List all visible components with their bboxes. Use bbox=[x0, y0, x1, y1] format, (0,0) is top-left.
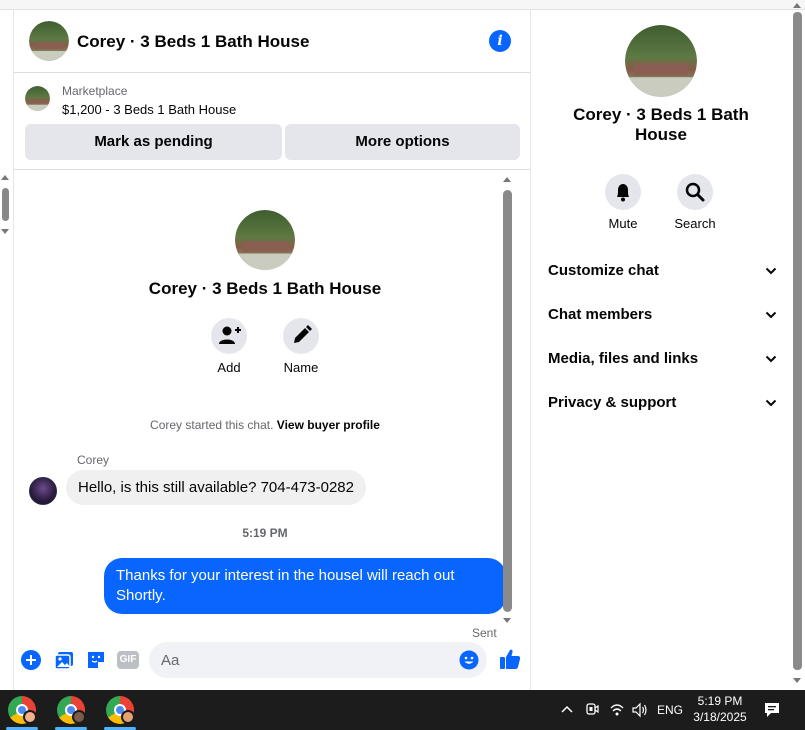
pencil-icon bbox=[294, 325, 312, 343]
chat-details-sidebar: Corey · 3 Beds 1 Bath House Mute Search … bbox=[531, 10, 791, 690]
sidebar-avatar[interactable] bbox=[625, 25, 697, 97]
mute-label: Mute bbox=[608, 216, 638, 231]
chevron-down-icon bbox=[765, 267, 777, 275]
section-customize-chat[interactable]: Customize chat bbox=[548, 260, 778, 284]
meet-now-icon[interactable] bbox=[585, 702, 599, 718]
started-text: Corey started this chat. bbox=[150, 418, 274, 432]
add-people-button[interactable]: Add bbox=[199, 318, 259, 375]
message-timestamp: 5:19 PM bbox=[242, 526, 288, 540]
sender-avatar[interactable] bbox=[29, 477, 57, 505]
chevron-up-icon[interactable] bbox=[560, 703, 574, 717]
message-input[interactable] bbox=[161, 642, 451, 678]
chat-title[interactable]: Corey · 3 Beds 1 Bath House bbox=[77, 32, 309, 52]
left-scroll-thumb[interactable] bbox=[2, 188, 9, 221]
add-person-icon bbox=[219, 326, 241, 344]
marketplace-listing-card: Marketplace $1,200 - 3 Beds 1 Bath House… bbox=[14, 74, 530, 170]
taskbar: ENG 5:19 PM 3/18/2025 bbox=[0, 690, 805, 730]
gif-icon[interactable]: GIF bbox=[117, 651, 139, 669]
search-icon bbox=[685, 182, 705, 202]
chevron-down-icon bbox=[765, 355, 777, 363]
more-options-button[interactable]: More options bbox=[285, 124, 520, 160]
window-scroll-up-arrow[interactable] bbox=[793, 3, 801, 8]
sidebar-title: Corey · 3 Beds 1 Bath House bbox=[573, 105, 749, 144]
left-scroll-down-arrow[interactable] bbox=[1, 229, 9, 234]
message-input-wrapper bbox=[149, 642, 487, 678]
chrome-profile-3-icon[interactable] bbox=[106, 696, 135, 724]
wifi-icon[interactable] bbox=[609, 702, 625, 718]
search-label: Search bbox=[674, 216, 716, 231]
chevron-down-icon bbox=[765, 399, 777, 407]
section-label: Privacy & support bbox=[548, 394, 677, 411]
thread-scroll-down-arrow[interactable] bbox=[503, 618, 511, 623]
thread-avatar[interactable] bbox=[235, 210, 295, 270]
emoji-icon[interactable] bbox=[459, 650, 479, 670]
thread-title: Corey · 3 Beds 1 Bath House bbox=[148, 279, 382, 298]
edit-name-button[interactable]: Name bbox=[271, 318, 331, 375]
section-media-files-links[interactable]: Media, files and links bbox=[548, 348, 778, 372]
speaker-icon[interactable] bbox=[631, 702, 649, 718]
section-label: Customize chat bbox=[548, 262, 659, 279]
photo-icon[interactable] bbox=[54, 650, 74, 670]
listing-price-title[interactable]: $1,200 - 3 Beds 1 Bath House bbox=[62, 102, 236, 117]
mute-button[interactable]: Mute bbox=[593, 174, 653, 231]
chrome-profile-2-icon[interactable] bbox=[57, 696, 86, 724]
bell-icon bbox=[617, 184, 629, 202]
left-scroll-up-arrow[interactable] bbox=[1, 175, 9, 180]
chevron-down-icon bbox=[765, 311, 777, 319]
chat-header: Corey · 3 Beds 1 Bath House i bbox=[14, 10, 530, 73]
message-thread: Corey · 3 Beds 1 Bath House Add Name Cor… bbox=[14, 171, 530, 640]
view-buyer-profile-link[interactable]: View buyer profile bbox=[277, 418, 380, 432]
chat-started-notice: Corey started this chat. View buyer prof… bbox=[14, 418, 516, 432]
section-privacy-support[interactable]: Privacy & support bbox=[548, 392, 778, 416]
mark-as-pending-button[interactable]: Mark as pending bbox=[25, 124, 282, 160]
thread-scroll-up-arrow[interactable] bbox=[503, 177, 511, 182]
section-label: Chat members bbox=[548, 306, 653, 323]
outgoing-message[interactable]: Thanks for your interest in the housel w… bbox=[104, 558, 506, 614]
listing-thumbnail[interactable] bbox=[25, 86, 50, 111]
thumbs-up-icon[interactable] bbox=[498, 647, 522, 671]
chat-panel: Corey · 3 Beds 1 Bath House i Marketplac… bbox=[13, 10, 531, 690]
sender-name: Corey bbox=[77, 453, 110, 467]
clock-date: 3/18/2025 bbox=[693, 710, 747, 724]
add-label: Add bbox=[217, 360, 241, 375]
message-composer: GIF bbox=[14, 638, 530, 682]
search-in-chat-button[interactable]: Search bbox=[665, 174, 725, 231]
incoming-message[interactable]: Hello, is this still available? 704-473-… bbox=[66, 470, 366, 505]
plus-icon[interactable] bbox=[21, 650, 41, 670]
sticker-icon[interactable] bbox=[86, 650, 106, 670]
section-label: Media, files and links bbox=[548, 350, 699, 367]
info-icon[interactable]: i bbox=[489, 30, 511, 52]
section-chat-members[interactable]: Chat members bbox=[548, 304, 778, 328]
chrome-profile-1-icon[interactable] bbox=[8, 696, 37, 724]
chat-avatar[interactable] bbox=[29, 21, 69, 61]
window-scroll-thumb[interactable] bbox=[793, 12, 802, 670]
window-scroll-down-arrow[interactable] bbox=[793, 678, 801, 683]
marketplace-label: Marketplace bbox=[62, 84, 128, 98]
notifications-icon[interactable] bbox=[763, 701, 781, 719]
clock-time: 5:19 PM bbox=[697, 694, 743, 708]
clock[interactable]: 5:19 PM 3/18/2025 bbox=[686, 693, 754, 725]
window-top-strip bbox=[0, 0, 805, 10]
thread-scroll-thumb[interactable] bbox=[503, 190, 512, 612]
language-indicator[interactable]: ENG bbox=[657, 703, 683, 723]
name-label: Name bbox=[283, 360, 319, 375]
